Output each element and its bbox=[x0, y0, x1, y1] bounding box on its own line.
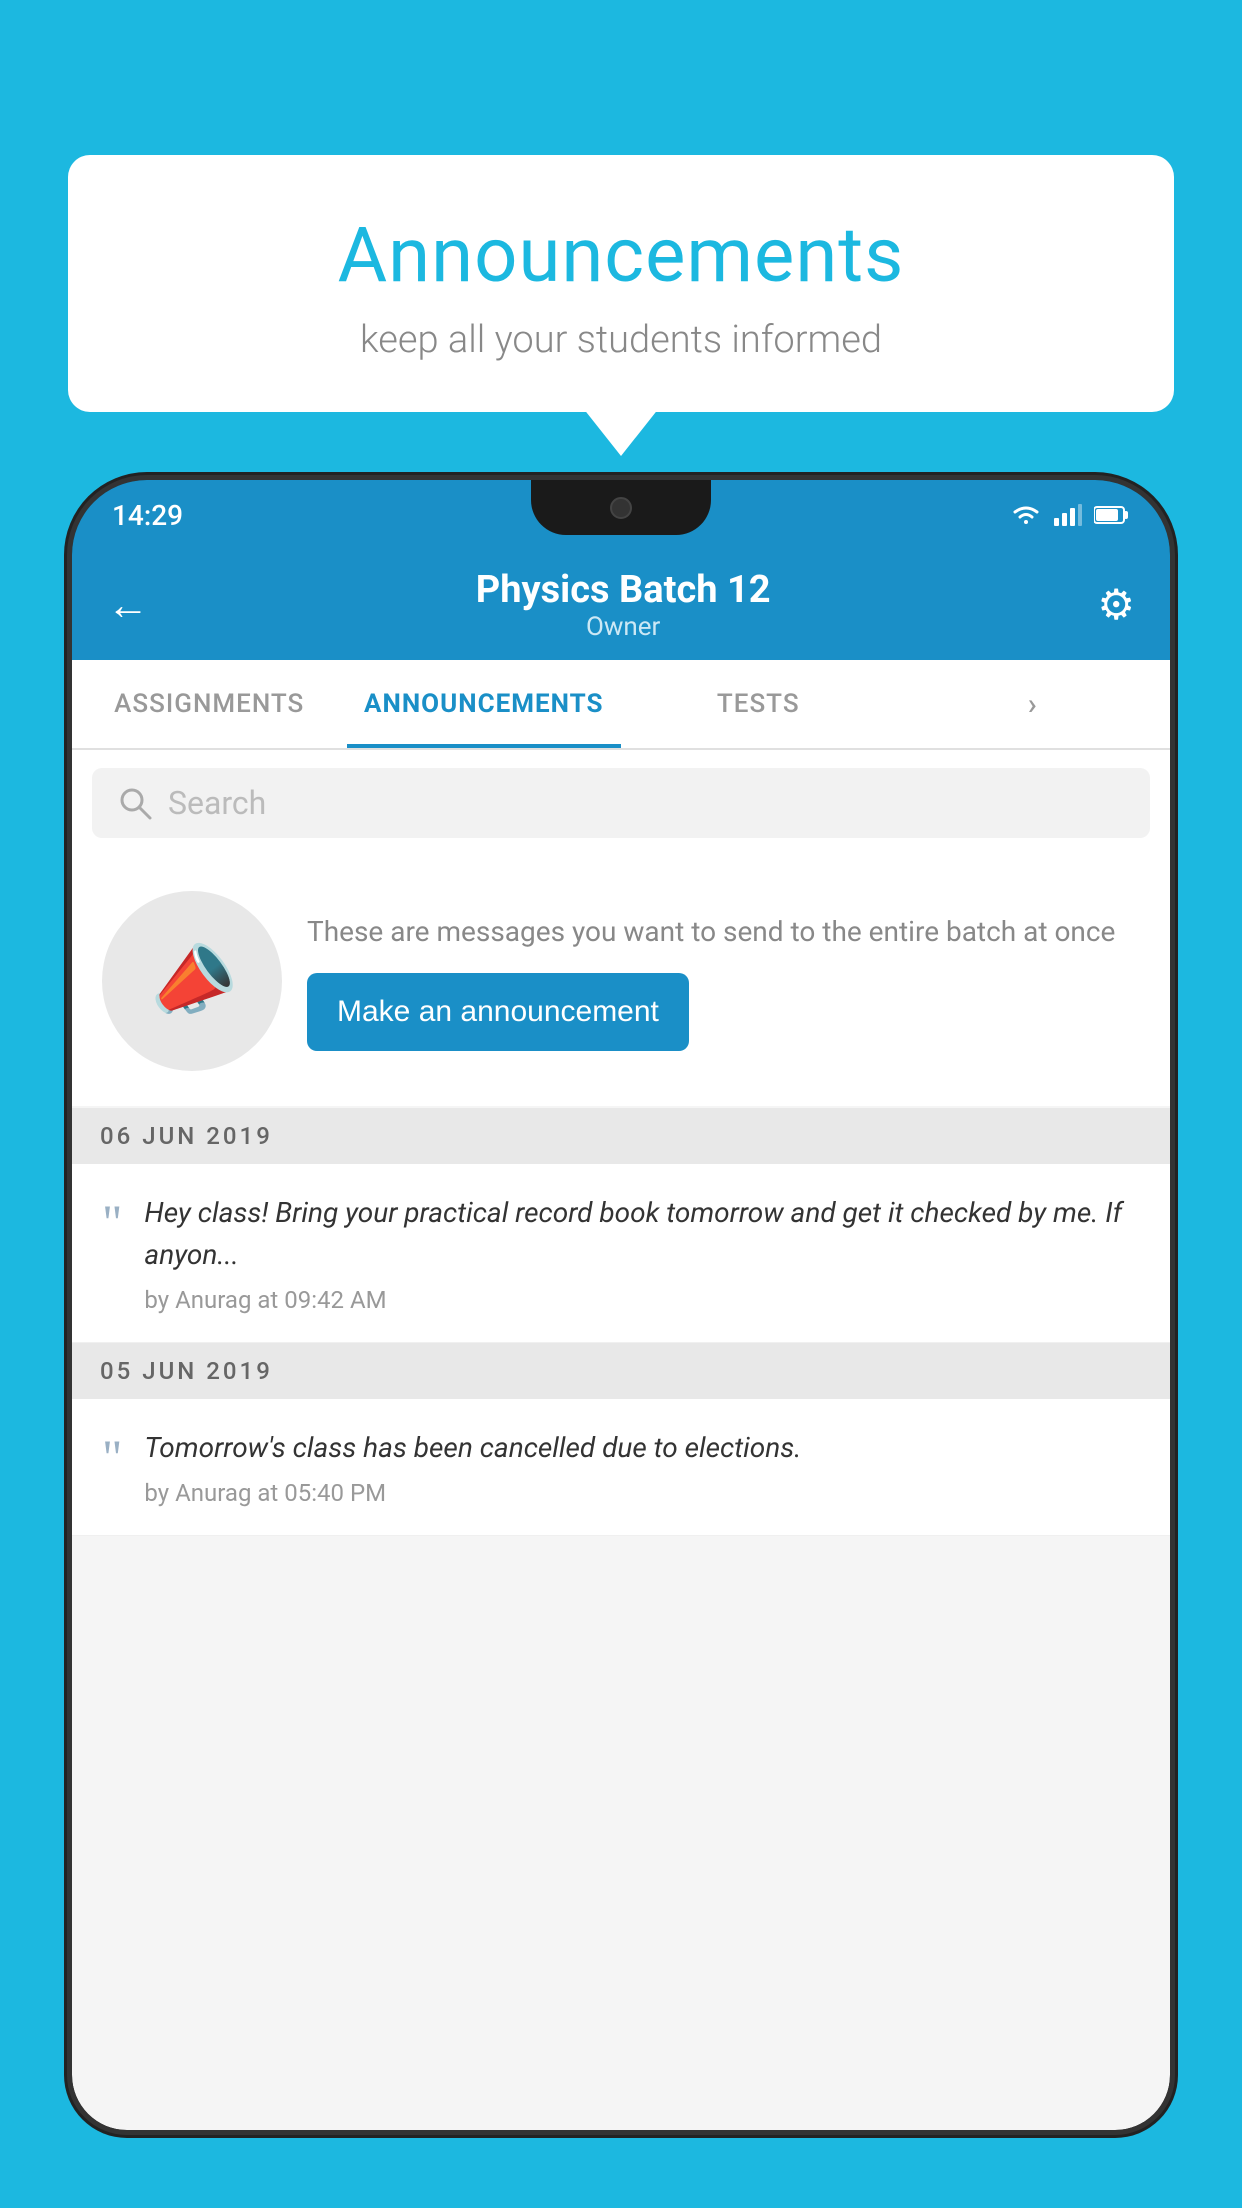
announcement-message-1: Hey class! Bring your practical record b… bbox=[144, 1192, 1140, 1276]
megaphone-icon: 📣 bbox=[138, 928, 247, 1033]
tab-announcements[interactable]: ANNOUNCEMENTS bbox=[347, 660, 622, 748]
announcement-item-1[interactable]: " Hey class! Bring your practical record… bbox=[72, 1164, 1170, 1343]
date-separator-2: 05 JUN 2019 bbox=[72, 1343, 1170, 1399]
search-icon bbox=[117, 785, 153, 821]
tab-tests[interactable]: TESTS bbox=[621, 660, 896, 748]
announcement-text-2: Tomorrow's class has been cancelled due … bbox=[144, 1427, 1140, 1507]
speech-bubble: Announcements keep all your students inf… bbox=[68, 155, 1174, 412]
notch bbox=[531, 480, 711, 535]
back-button[interactable]: ← bbox=[107, 581, 149, 630]
status-bar: 14:29 bbox=[72, 480, 1170, 550]
battery-icon bbox=[1094, 505, 1130, 525]
settings-icon[interactable]: ⚙ bbox=[1097, 580, 1135, 630]
search-bar-container: Search bbox=[72, 750, 1170, 856]
user-role: Owner bbox=[476, 612, 771, 642]
bubble-title: Announcements bbox=[128, 210, 1114, 300]
promo-right: These are messages you want to send to t… bbox=[307, 911, 1140, 1051]
announcement-item-2[interactable]: " Tomorrow's class has been cancelled du… bbox=[72, 1399, 1170, 1536]
tabs-bar: ASSIGNMENTS ANNOUNCEMENTS TESTS › bbox=[72, 660, 1170, 750]
camera-dot bbox=[610, 497, 632, 519]
speech-bubble-section: Announcements keep all your students inf… bbox=[68, 155, 1174, 412]
date-separator-1: 06 JUN 2019 bbox=[72, 1108, 1170, 1164]
phone-container: 14:29 bbox=[72, 480, 1170, 2208]
promo-card: 📣 These are messages you want to send to… bbox=[72, 856, 1170, 1106]
app-header: ← Physics Batch 12 Owner ⚙ bbox=[72, 550, 1170, 660]
phone-frame: 14:29 bbox=[72, 480, 1170, 2130]
search-bar[interactable]: Search bbox=[92, 768, 1150, 838]
phone-inner: 14:29 bbox=[72, 480, 1170, 2130]
tab-more[interactable]: › bbox=[896, 660, 1171, 748]
screen-content: Search 📣 These are messages you want to … bbox=[72, 750, 1170, 2130]
announcement-meta-2: by Anurag at 05:40 PM bbox=[144, 1479, 1140, 1507]
tab-assignments[interactable]: ASSIGNMENTS bbox=[72, 660, 347, 748]
promo-description: These are messages you want to send to t… bbox=[307, 911, 1140, 953]
status-time: 14:29 bbox=[112, 499, 183, 532]
wifi-icon bbox=[1010, 504, 1042, 526]
quote-icon-1: " bbox=[102, 1197, 122, 1247]
batch-name: Physics Batch 12 bbox=[476, 568, 771, 612]
header-title-group: Physics Batch 12 Owner bbox=[476, 568, 771, 642]
search-placeholder: Search bbox=[168, 784, 266, 822]
make-announcement-button[interactable]: Make an announcement bbox=[307, 973, 689, 1051]
announcement-message-2: Tomorrow's class has been cancelled due … bbox=[144, 1427, 1140, 1469]
bubble-subtitle: keep all your students informed bbox=[128, 318, 1114, 362]
quote-icon-2: " bbox=[102, 1432, 122, 1482]
promo-icon-circle: 📣 bbox=[102, 891, 282, 1071]
announcement-meta-1: by Anurag at 09:42 AM bbox=[144, 1286, 1140, 1314]
signal-icon bbox=[1054, 504, 1082, 526]
status-icons bbox=[1010, 504, 1130, 526]
announcement-text-1: Hey class! Bring your practical record b… bbox=[144, 1192, 1140, 1314]
